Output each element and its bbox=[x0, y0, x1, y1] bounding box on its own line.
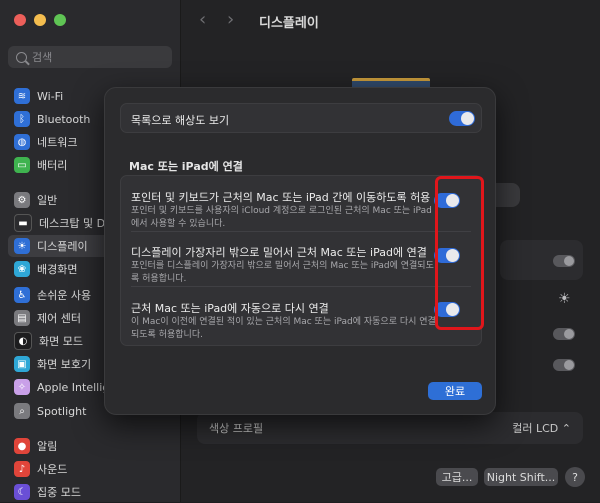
forward-chevron-icon[interactable]: › bbox=[227, 9, 234, 30]
apple-intelligence-icon: ✧ bbox=[14, 379, 30, 395]
gear-icon: ⚙ bbox=[14, 192, 30, 208]
mac-ipad-connection-group: 포인터 및 키보드가 근처의 Mac 또는 iPad 간에 이동하도록 허용 포… bbox=[120, 175, 482, 346]
advanced-button[interactable]: 고급... bbox=[436, 468, 478, 486]
notifications-icon: ● bbox=[14, 438, 30, 454]
sidebar-item-label: 디스플레이 bbox=[37, 240, 88, 253]
highlight-box bbox=[435, 176, 484, 330]
push-through-edge-description: 포인터를 디스플레이 가장자리 밖으로 밀어서 근처의 Mac 또는 iPad에… bbox=[131, 261, 434, 284]
sidebar-item-label: 알림 bbox=[37, 440, 58, 453]
search-field[interactable]: 검색 bbox=[8, 46, 172, 68]
list-resolution-label: 목록으로 해상도 보기 bbox=[131, 114, 230, 127]
accessibility-icon: ♿ bbox=[14, 287, 30, 303]
sidebar-item-label: 배터리 bbox=[37, 159, 68, 172]
divider bbox=[131, 286, 471, 287]
color-profile-label: 색상 프로필 bbox=[209, 422, 264, 435]
sidebar-item-label: 화면 보호기 bbox=[37, 358, 92, 371]
allow-pointer-keyboard-description: 포인터 및 키보드를 사용자의 iCloud 계정으로 로그인된 근처의 Mac… bbox=[131, 206, 432, 229]
divider bbox=[131, 231, 471, 232]
sound-icon: ♪ bbox=[14, 461, 30, 477]
background-toggle-3[interactable] bbox=[553, 359, 575, 371]
display-icon: ☀ bbox=[14, 238, 30, 254]
list-resolution-toggle[interactable] bbox=[449, 111, 475, 126]
background-toggle[interactable] bbox=[553, 255, 575, 267]
desktop-dock-icon: ▬ bbox=[14, 214, 32, 232]
appearance-icon: ◐ bbox=[14, 332, 32, 350]
sidebar-item-label: 손쉬운 사용 bbox=[37, 289, 92, 302]
sidebar-item-label: 제어 센터 bbox=[37, 312, 81, 325]
sidebar-item-label: 화면 모드 bbox=[39, 335, 83, 348]
search-placeholder: 검색 bbox=[32, 51, 53, 64]
help-button[interactable]: ? bbox=[565, 467, 585, 487]
done-button[interactable]: 완료 bbox=[428, 382, 482, 400]
zoom-button[interactable] bbox=[54, 14, 66, 26]
brightness-icon: ☀ bbox=[558, 291, 571, 307]
sidebar-item-label: Wi-Fi bbox=[37, 89, 64, 103]
battery-icon: ▭ bbox=[14, 157, 30, 173]
bluetooth-icon: ᛒ bbox=[14, 111, 30, 127]
page-title: 디스플레이 bbox=[259, 16, 319, 31]
settings-window: 검색 ≋ Wi-Fi ᛒ Bluetooth ◍ 네트워크 ▭ 배터리 ⚙ 일반… bbox=[0, 0, 600, 502]
list-resolution-row: 목록으로 해상도 보기 bbox=[120, 103, 482, 133]
wifi-icon: ≋ bbox=[14, 88, 30, 104]
auto-reconnect-title: 근처 Mac 또는 iPad에 자동으로 다시 연결 bbox=[131, 302, 329, 315]
color-profile-value[interactable]: 컬러 LCD ⌃ bbox=[512, 420, 571, 436]
screensaver-icon: ▣ bbox=[14, 356, 30, 372]
network-icon: ◍ bbox=[14, 134, 30, 150]
focus-icon: ☾ bbox=[14, 484, 30, 500]
control-center-icon: ▤ bbox=[14, 310, 30, 326]
section-title: Mac 또는 iPad에 연결 bbox=[129, 160, 243, 173]
auto-reconnect-description: 이 Mac이 이전에 연결된 적이 있는 근처의 Mac 또는 iPad에 자동… bbox=[131, 317, 436, 340]
sidebar-item-label: 일반 bbox=[37, 194, 58, 207]
window-controls bbox=[14, 14, 66, 26]
sidebar-item-label: Spotlight bbox=[37, 404, 87, 418]
sidebar-item-label: 배경화면 bbox=[37, 263, 78, 276]
wallpaper-icon: ❀ bbox=[14, 261, 30, 277]
minimize-button[interactable] bbox=[34, 14, 46, 26]
allow-pointer-keyboard-title: 포인터 및 키보드가 근처의 Mac 또는 iPad 간에 이동하도록 허용 bbox=[131, 191, 431, 204]
toolbar: ‹ › 디스플레이 bbox=[181, 0, 600, 40]
spotlight-icon: ⌕ bbox=[14, 403, 30, 419]
search-icon bbox=[16, 51, 27, 63]
sidebar-item-label: 네트워크 bbox=[37, 136, 78, 149]
sidebar-item-label: Bluetooth bbox=[37, 112, 91, 126]
sidebar-item-focus[interactable]: ☾ 집중 모드 bbox=[8, 481, 172, 503]
background-toggle-2[interactable] bbox=[553, 328, 575, 340]
back-chevron-icon[interactable]: ‹ bbox=[199, 9, 206, 30]
push-through-edge-title: 디스플레이 가장자리 밖으로 밀어서 근처 Mac 또는 iPad에 연결 bbox=[131, 246, 427, 259]
sidebar-item-notifications[interactable]: ● 알림 bbox=[8, 435, 172, 457]
color-profile-row[interactable]: 색상 프로필 컬러 LCD ⌃ bbox=[197, 412, 583, 444]
sidebar-item-label: 사운드 bbox=[37, 463, 68, 476]
sidebar-item-label: 집중 모드 bbox=[37, 486, 81, 499]
night-shift-button[interactable]: Night Shift... bbox=[484, 468, 558, 486]
close-button[interactable] bbox=[14, 14, 26, 26]
sidebar-item-sound[interactable]: ♪ 사운드 bbox=[8, 458, 172, 480]
